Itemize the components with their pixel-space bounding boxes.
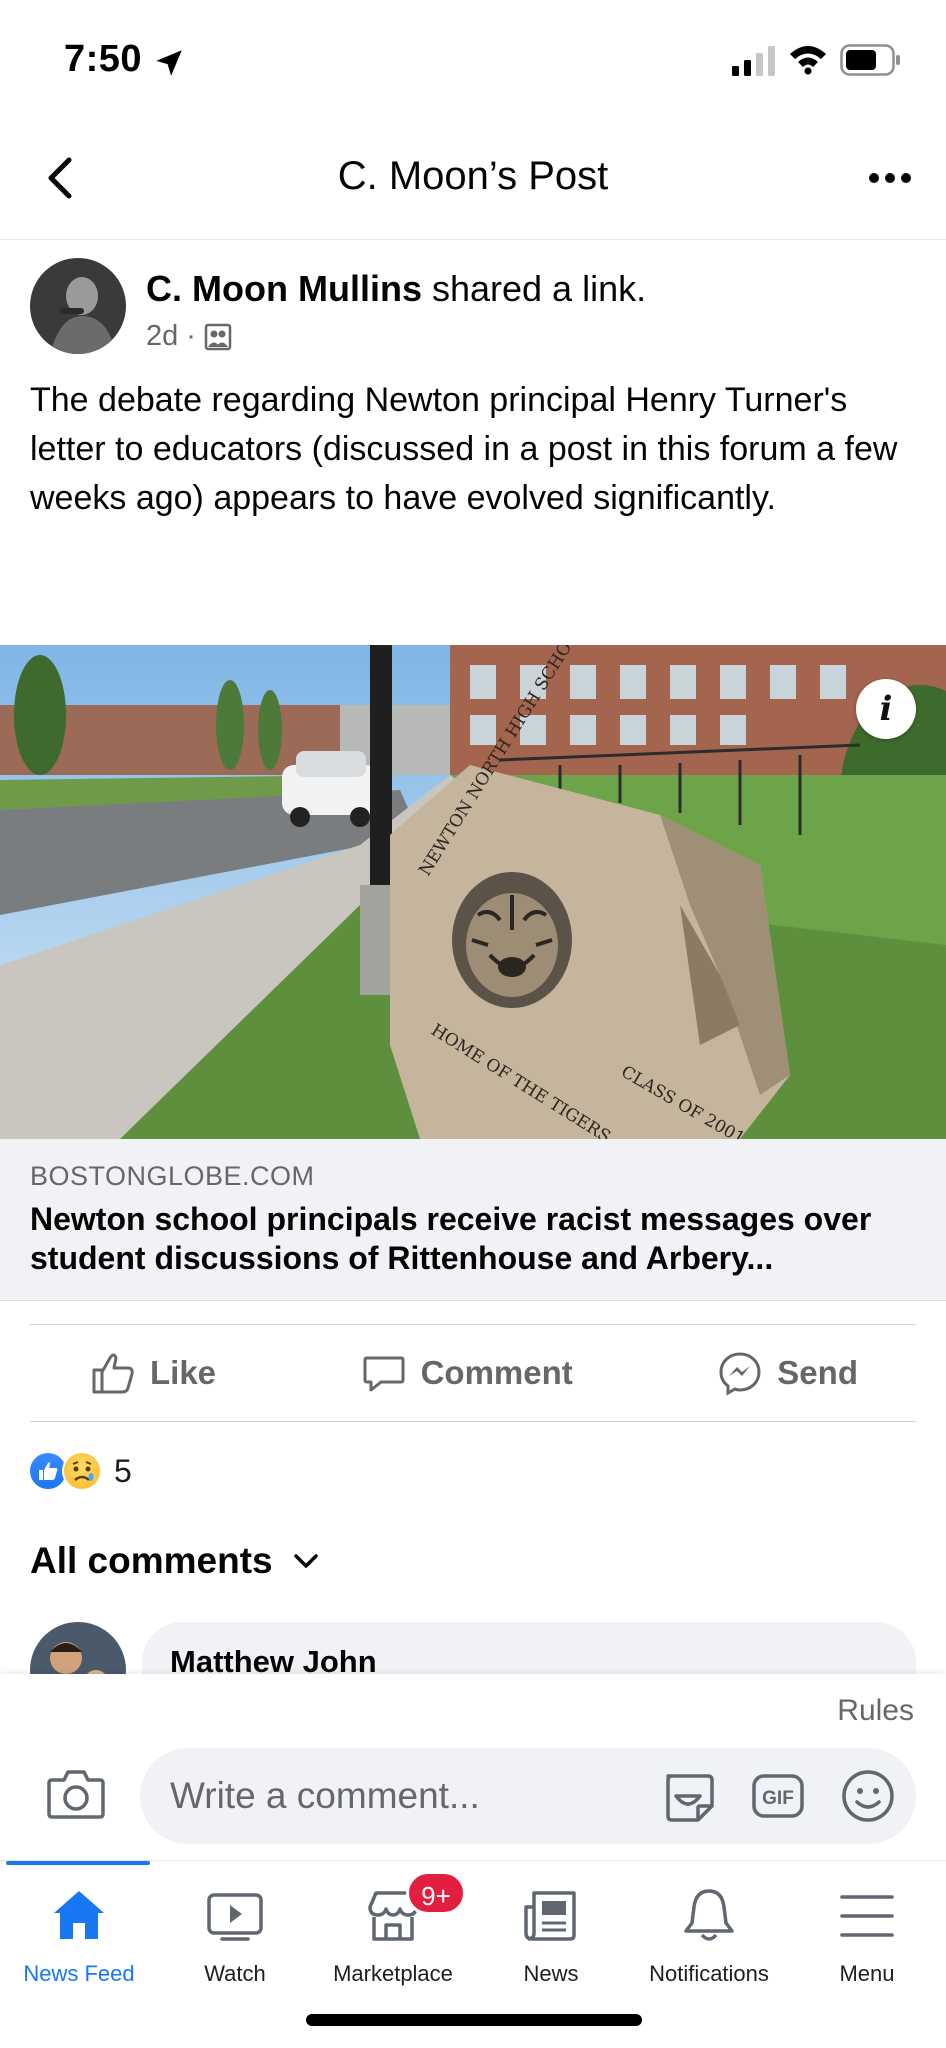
status-bar: 7:50: [0, 0, 946, 120]
comment-label: Comment: [420, 1354, 573, 1391]
battery-icon: [840, 44, 900, 76]
svg-text:GIF: GIF: [762, 1788, 794, 1809]
sticker-icon[interactable]: [658, 1766, 718, 1826]
tab-news-feed[interactable]: News Feed: [0, 1885, 158, 1987]
send-button[interactable]: Send: [717, 1350, 858, 1396]
author-action: shared a link.: [421, 268, 647, 309]
watch-icon: [207, 1893, 263, 1941]
author-line: C. Moon Mullins shared a link.: [146, 268, 646, 310]
news-icon: [524, 1891, 576, 1941]
tab-news[interactable]: News: [472, 1885, 630, 1987]
school-rock-photo: NEWTON NORTH HIGH SCHOOL HOME OF THE TIG…: [0, 645, 946, 1139]
comment-composer: Rules GIF: [0, 1674, 946, 1860]
more-options-button[interactable]: [862, 156, 918, 200]
tab-menu[interactable]: Menu: [788, 1885, 946, 1987]
bell-icon: [684, 1889, 734, 1941]
emoji-icon[interactable]: [838, 1766, 898, 1826]
post-time[interactable]: 2d: [146, 320, 178, 353]
tab-label: News: [523, 1961, 579, 1986]
page-title: C. Moon’s Post: [337, 154, 609, 198]
composer-tools: GIF: [658, 1766, 898, 1826]
tab-label: Marketplace: [333, 1961, 453, 1986]
location-arrow-icon: [156, 50, 182, 76]
tab-label: News Feed: [23, 1961, 135, 1986]
send-label: Send: [777, 1354, 858, 1391]
author-avatar[interactable]: [30, 258, 126, 354]
link-preview-image[interactable]: NEWTON NORTH HIGH SCHOOL HOME OF THE TIG…: [0, 645, 946, 1139]
gif-icon[interactable]: GIF: [748, 1766, 808, 1826]
chevron-down-icon: [293, 1554, 318, 1568]
status-time: 7:50: [64, 38, 143, 80]
tab-label: Watch: [204, 1961, 266, 1986]
messenger-icon: [719, 1352, 761, 1396]
reactions-summary[interactable]: 5: [28, 1448, 132, 1494]
rules-link[interactable]: Rules: [837, 1694, 914, 1728]
tab-marketplace[interactable]: 9+ Marketplace: [314, 1871, 472, 1987]
post-text: The debate regarding Newton principal He…: [30, 381, 898, 517]
home-indicator[interactable]: [306, 2014, 642, 2026]
meta-separator: ·: [186, 320, 196, 352]
marketplace-badge: 9+: [406, 1871, 466, 1915]
cellular-signal-icon: [732, 46, 775, 76]
more-dots-icon: [869, 173, 911, 183]
tab-notifications[interactable]: Notifications: [630, 1885, 788, 1987]
home-icon: [54, 1891, 104, 1939]
comments-filter[interactable]: All comments: [30, 1540, 319, 1582]
wifi-icon: [790, 46, 826, 75]
reaction-count: 5: [114, 1452, 132, 1489]
sad-reaction-icon: [62, 1451, 102, 1491]
post-header: C. Moon’s Post: [0, 120, 946, 240]
post-meta: 2d ·: [146, 320, 232, 353]
menu-icon: [840, 1895, 894, 1937]
tab-label: Notifications: [649, 1961, 769, 1986]
link-title: Newton school principals receive racist …: [30, 1201, 872, 1276]
comment-button[interactable]: Comment: [361, 1350, 573, 1396]
tab-label: Menu: [839, 1961, 895, 1986]
link-preview-meta[interactable]: BOSTONGLOBE.COM Newton school principals…: [0, 1139, 946, 1301]
comments-filter-label: All comments: [30, 1540, 273, 1581]
post-actions: Like Comment Send: [30, 1324, 916, 1422]
like-label: Like: [150, 1354, 217, 1391]
tab-watch[interactable]: Watch: [156, 1885, 314, 1987]
author-name[interactable]: C. Moon Mullins: [146, 268, 422, 309]
link-domain: BOSTONGLOBE.COM: [30, 1161, 315, 1191]
group-privacy-icon: [204, 323, 232, 350]
active-tab-indicator: [6, 1861, 150, 1865]
link-info-button[interactable]: i: [856, 679, 916, 739]
like-button[interactable]: Like: [90, 1350, 216, 1396]
camera-icon[interactable]: [46, 1766, 106, 1822]
thumbs-up-icon: [92, 1353, 134, 1394]
comment-bubble-icon: [363, 1356, 405, 1392]
